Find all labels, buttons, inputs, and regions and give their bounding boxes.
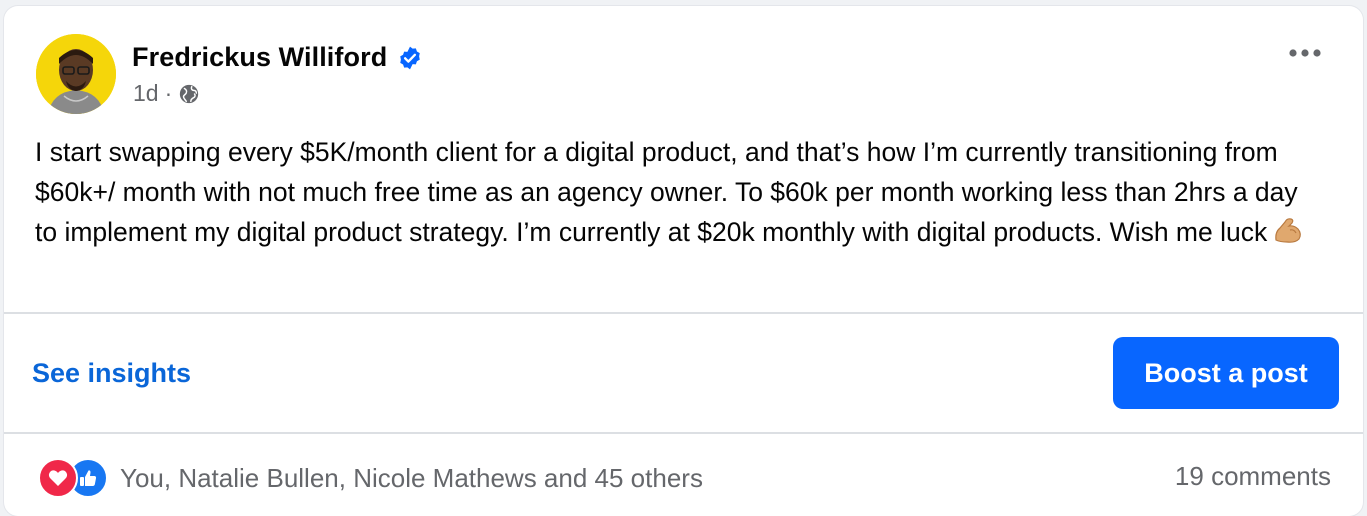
avatar[interactable] (36, 34, 116, 114)
reactors-text[interactable]: You, Natalie Bullen, Nicole Mathews and … (120, 463, 703, 494)
more-options-button[interactable] (1283, 32, 1327, 76)
author-name[interactable]: Fredrickus Williford (132, 42, 387, 73)
divider (4, 312, 1363, 314)
post-meta: 1d · (133, 80, 200, 107)
post-text: I start swapping every $5K/month client … (35, 137, 1298, 247)
flexed-biceps-icon (1271, 213, 1305, 247)
more-options-icon (1288, 45, 1322, 63)
post-timestamp[interactable]: 1d (133, 80, 159, 107)
post-card: Fredrickus Williford 1d · I start swappi… (4, 6, 1363, 516)
boost-post-button[interactable]: Boost a post (1113, 337, 1339, 409)
meta-separator: · (164, 80, 173, 106)
reactions-summary[interactable]: You, Natalie Bullen, Nicole Mathews and … (38, 458, 703, 498)
post-header: Fredrickus Williford 1d · (36, 34, 1363, 118)
verified-badge-icon (397, 45, 423, 71)
love-reaction-icon (38, 458, 78, 498)
globe-icon[interactable] (178, 83, 200, 105)
author-row: Fredrickus Williford (132, 42, 423, 73)
see-insights-link[interactable]: See insights (32, 358, 191, 389)
divider (4, 432, 1363, 434)
comments-count[interactable]: 19 comments (1175, 461, 1331, 492)
post-body: I start swapping every $5K/month client … (35, 132, 1325, 252)
